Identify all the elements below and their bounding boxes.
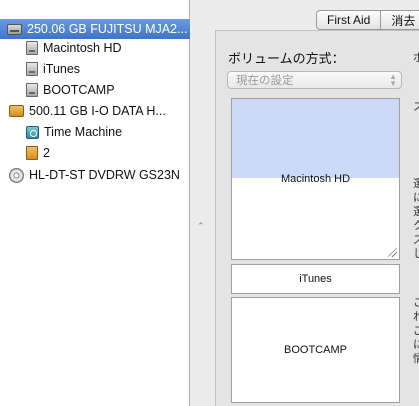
volume-icon bbox=[26, 83, 38, 97]
external-disk-icon bbox=[9, 105, 24, 117]
select-arrows-icon: ▲ ▼ bbox=[389, 72, 397, 88]
clipped-info-text: し bbox=[413, 248, 419, 260]
disk-item-label: 500.11 GB I-O DATA H... bbox=[29, 104, 166, 118]
disk-item-io-data[interactable]: 500.11 GB I-O DATA H... bbox=[0, 101, 190, 121]
clipped-info-text: ボ bbox=[413, 52, 419, 64]
volume-icon bbox=[26, 41, 38, 55]
clipped-info-text: ズ bbox=[413, 234, 419, 246]
clipped-info-text: に bbox=[413, 192, 419, 204]
clipped-info-text: ご bbox=[413, 325, 419, 337]
clipped-info-text: 情 bbox=[413, 353, 419, 365]
splitter-handle-icon[interactable]: ⌃ bbox=[197, 222, 205, 231]
volume-item-label: BOOTCAMP bbox=[43, 83, 115, 97]
disk-item-label: 250.06 GB FUJITSU MJA2... bbox=[27, 22, 188, 36]
volume-block-bootcamp[interactable]: BOOTCAMP bbox=[231, 297, 400, 403]
disk-list-sidebar: 250.06 GB FUJITSU MJA2... Macintosh HD i… bbox=[0, 0, 190, 406]
volume-block-itunes[interactable]: iTunes bbox=[231, 264, 400, 294]
volume-scheme-select[interactable]: 現在の設定 ▲ ▼ bbox=[227, 71, 402, 89]
volume-item-label: Time Machine bbox=[44, 125, 123, 139]
external-volume-icon bbox=[26, 146, 38, 160]
tab-erase[interactable]: 消去 bbox=[381, 10, 419, 30]
tab-bar: First Aid 消去 bbox=[316, 10, 419, 30]
tab-first-aid[interactable]: First Aid bbox=[316, 10, 382, 30]
clipped-info-text: に bbox=[413, 339, 419, 351]
disk-item-label: HL-DT-ST DVDRW GS23N bbox=[29, 168, 180, 182]
clipped-info-text: こ bbox=[413, 297, 419, 309]
volume-item-2[interactable]: 2 bbox=[0, 143, 190, 163]
internal-disk-icon bbox=[7, 23, 22, 35]
volume-scheme-value: 現在の設定 bbox=[236, 75, 294, 87]
volume-item-itunes[interactable]: iTunes bbox=[0, 59, 190, 79]
clipped-info-text: 選 bbox=[413, 206, 419, 218]
volume-item-label: Macintosh HD bbox=[43, 41, 122, 55]
resize-grip-icon[interactable] bbox=[388, 248, 397, 257]
volume-block-label: BOOTCAMP bbox=[284, 344, 347, 356]
volume-block-label: Macintosh HD bbox=[280, 173, 351, 185]
clipped-info-text: ク bbox=[413, 220, 419, 232]
clipped-info-text: ス bbox=[413, 101, 419, 113]
volume-item-time-machine[interactable]: Time Machine bbox=[0, 122, 190, 142]
clipped-info-text: れ bbox=[413, 311, 419, 323]
volume-block-macintosh-hd[interactable]: Macintosh HD bbox=[231, 98, 400, 260]
clipped-info-text: 選 bbox=[413, 178, 419, 190]
volume-item-label: iTunes bbox=[43, 62, 81, 76]
volume-item-bootcamp[interactable]: BOOTCAMP bbox=[0, 80, 190, 100]
dvd-drive-icon bbox=[9, 167, 24, 183]
volume-item-label: 2 bbox=[43, 146, 50, 160]
volume-item-macintosh-hd[interactable]: Macintosh HD bbox=[0, 38, 190, 58]
volume-icon bbox=[26, 62, 38, 76]
time-machine-volume-icon bbox=[26, 125, 39, 139]
volume-block-label: iTunes bbox=[299, 273, 332, 285]
disk-item-fujitsu[interactable]: 250.06 GB FUJITSU MJA2... bbox=[0, 19, 190, 39]
disk-item-dvd[interactable]: HL-DT-ST DVDRW GS23N bbox=[0, 165, 190, 185]
volume-scheme-heading: ボリュームの方式： bbox=[228, 51, 345, 66]
